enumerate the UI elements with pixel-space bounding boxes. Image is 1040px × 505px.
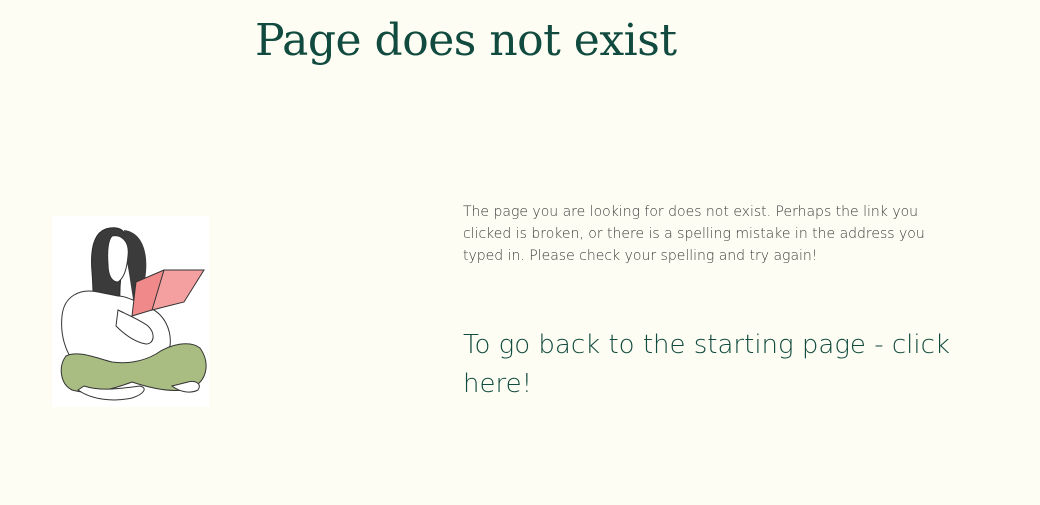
reading-woman-image xyxy=(60,227,207,401)
woman-reading-book-illustration xyxy=(52,216,209,407)
not-found-page: Page does not exist The page you are loo… xyxy=(0,0,1040,505)
face-shape xyxy=(107,235,129,283)
error-message: The page you are looking for does not ex… xyxy=(463,204,925,264)
page-title: Page does not exist xyxy=(255,15,677,66)
back-to-start-link[interactable]: To go back to the starting page - click … xyxy=(463,326,993,404)
